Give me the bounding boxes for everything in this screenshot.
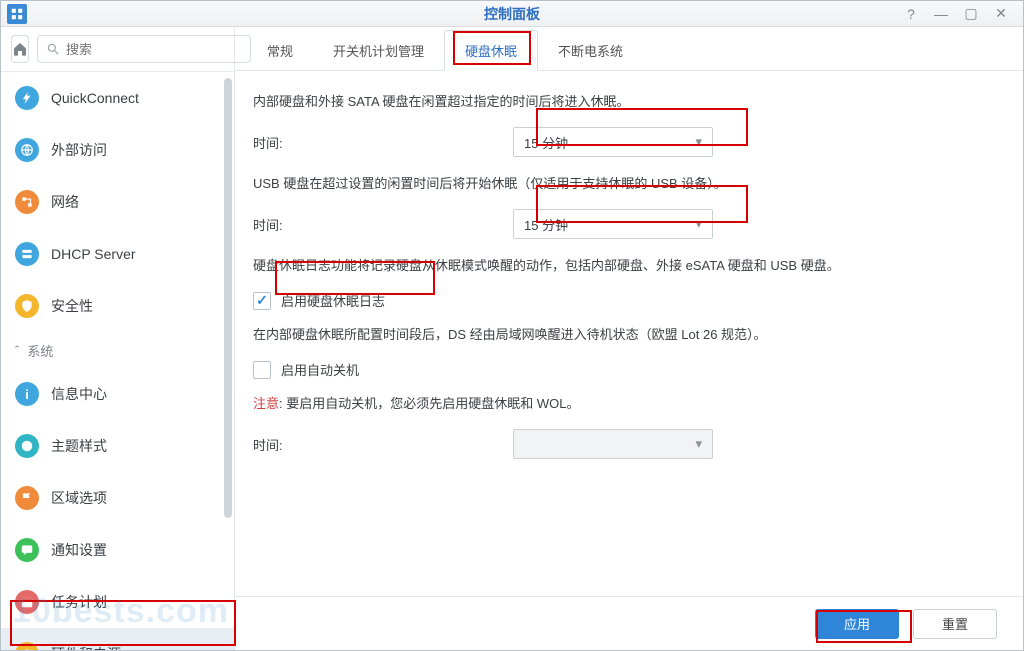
search-icon: [46, 42, 60, 56]
control-panel-window: 控制面板 ? — ▢ ✕ QuickC: [0, 0, 1024, 651]
chevron-up-icon: ˆ: [15, 343, 19, 358]
sidebar-item-label: 外部访问: [51, 140, 107, 160]
label-time-3: 时间:: [253, 435, 513, 454]
sidebar-item-label: 硬件和电源: [51, 644, 121, 650]
note-line: 注意: 要启用自动关机，您必须先启用硬盘休眠和 WOL。: [253, 393, 993, 415]
sidebar-item-quickconnect[interactable]: QuickConnect: [1, 72, 234, 124]
note-label: 注意: [253, 396, 279, 411]
sidebar-item-label: 主题样式: [51, 436, 107, 456]
chevron-down-icon: ▾: [695, 134, 702, 150]
sidebar-scrollbar[interactable]: [224, 78, 232, 644]
titlebar: 控制面板 ? — ▢ ✕: [1, 1, 1023, 27]
desc-usb: USB 硬盘在超过设置的闲置时间后将开始休眠（仅适用于支持休眠的 USB 设备）…: [253, 173, 993, 195]
window-title: 控制面板: [1, 4, 1023, 24]
tab-hdd-hibernate[interactable]: 硬盘休眠: [444, 30, 538, 71]
search-box[interactable]: [37, 35, 251, 63]
reset-button[interactable]: 重置: [913, 609, 997, 639]
chevron-down-icon: ▾: [695, 216, 702, 232]
sidebar-item-dhcp[interactable]: DHCP Server: [1, 228, 234, 280]
dropdown-time-1[interactable]: 15 分钟 ▾: [513, 127, 713, 157]
search-input[interactable]: [66, 42, 242, 57]
content-area: 常规 开关机计划管理 硬盘休眠 不断电系统 内部硬盘和外接 SATA 硬盘在闲置…: [235, 27, 1023, 650]
sidebar-item-label: 任务计划: [51, 592, 107, 612]
network-icon: [15, 190, 39, 214]
sidebar-item-label: 网络: [51, 192, 79, 212]
checkbox-auto-shutdown[interactable]: [253, 361, 271, 379]
sidebar-item-label: QuickConnect: [51, 90, 139, 106]
tabbar: 常规 开关机计划管理 硬盘休眠 不断电系统: [235, 27, 1023, 71]
sidebar-item-region[interactable]: 区域选项: [1, 472, 234, 524]
bulb-icon: [15, 642, 39, 650]
info-icon: i: [15, 382, 39, 406]
footer: 应用 重置: [235, 596, 1023, 650]
server-icon: [15, 242, 39, 266]
sidebar-item-security[interactable]: 安全性: [1, 280, 234, 332]
home-button[interactable]: [11, 35, 29, 63]
sidebar-item-label: 区域选项: [51, 488, 107, 508]
note-text: : 要启用自动关机，您必须先启用硬盘休眠和 WOL。: [279, 396, 579, 411]
sidebar-item-notify[interactable]: 通知设置: [1, 524, 234, 576]
sidebar-item-info-center[interactable]: i 信息中心: [1, 368, 234, 420]
sidebar-item-label: 安全性: [51, 296, 93, 316]
dropdown-time-3: ▾: [513, 429, 713, 459]
checkbox-enable-log[interactable]: [253, 292, 271, 310]
lightning-icon: [15, 86, 39, 110]
desc-internal-sata: 内部硬盘和外接 SATA 硬盘在闲置超过指定的时间后将进入休眠。: [253, 91, 993, 113]
sidebar: QuickConnect 外部访问 网络 DHCP Server: [1, 27, 235, 650]
desc-log: 硬盘休眠日志功能将记录硬盘从休眠模式唤醒的动作，包括内部硬盘、外接 eSATA …: [253, 255, 993, 277]
maximize-button[interactable]: ▢: [963, 6, 979, 22]
tab-ups[interactable]: 不断电系统: [538, 31, 643, 70]
sidebar-item-theme[interactable]: 主题样式: [1, 420, 234, 472]
sidebar-item-label: 通知设置: [51, 540, 107, 560]
sidebar-item-hardware-power[interactable]: 硬件和电源: [1, 628, 234, 650]
home-icon: [12, 41, 28, 57]
tab-general[interactable]: 常规: [247, 31, 313, 70]
app-icon: [7, 4, 27, 24]
apply-button[interactable]: 应用: [815, 609, 899, 639]
dropdown-value: 15 分钟: [524, 215, 568, 234]
sidebar-item-network[interactable]: 网络: [1, 176, 234, 228]
sidebar-item-task[interactable]: 任务计划: [1, 576, 234, 628]
sidebar-group-system[interactable]: ˆ 系统: [1, 332, 234, 368]
dropdown-time-2[interactable]: 15 分钟 ▾: [513, 209, 713, 239]
globe-icon: [15, 138, 39, 162]
checkbox-auto-shutdown-label: 启用自动关机: [281, 360, 359, 379]
sidebar-item-external-access[interactable]: 外部访问: [1, 124, 234, 176]
dropdown-value: 15 分钟: [524, 133, 568, 152]
window-controls: ? — ▢ ✕: [903, 6, 1023, 22]
minimize-button[interactable]: —: [933, 6, 949, 22]
scrollbar-thumb[interactable]: [224, 78, 232, 518]
content-body: 内部硬盘和外接 SATA 硬盘在闲置超过指定的时间后将进入休眠。 时间: 15 …: [235, 71, 1023, 596]
checkbox-enable-log-label: 启用硬盘休眠日志: [281, 291, 385, 310]
tab-power-sched[interactable]: 开关机计划管理: [313, 31, 444, 70]
shield-icon: [15, 294, 39, 318]
palette-icon: [15, 434, 39, 458]
calendar-icon: [15, 590, 39, 614]
sidebar-item-label: 信息中心: [51, 384, 107, 404]
desc-auto-shutdown: 在内部硬盘休眠所配置时间段后，DS 经由局域网唤醒进入待机状态（欧盟 Lot 2…: [253, 324, 993, 346]
flag-icon: [15, 486, 39, 510]
help-button[interactable]: ?: [903, 6, 919, 22]
sidebar-item-label: DHCP Server: [51, 246, 136, 262]
label-time-2: 时间:: [253, 215, 513, 234]
close-button[interactable]: ✕: [993, 6, 1009, 22]
chat-icon: [15, 538, 39, 562]
chevron-down-icon: ▾: [695, 436, 702, 452]
label-time-1: 时间:: [253, 133, 513, 152]
sidebar-group-label: 系统: [27, 341, 53, 360]
